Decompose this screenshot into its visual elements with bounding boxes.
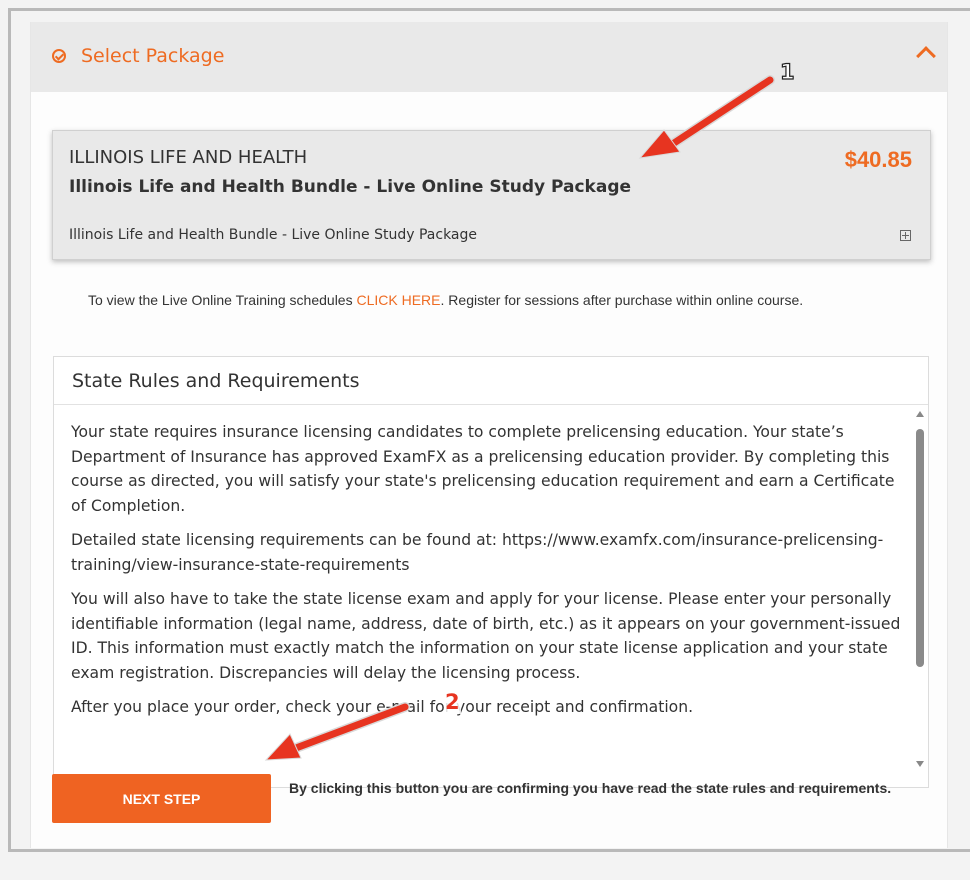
chevron-up-icon[interactable] xyxy=(916,46,936,66)
check-circle-icon xyxy=(52,49,66,63)
scrollbar-thumb[interactable] xyxy=(916,429,924,667)
rules-paragraph: After you place your order, check your e… xyxy=(71,698,694,716)
select-package-panel: Select Package ILLINOIS LIFE AND HEALTH … xyxy=(30,22,948,848)
schedule-note-text-end: . Register for sessions after purchase w… xyxy=(440,292,804,308)
next-step-button[interactable]: NEXT STEP xyxy=(52,774,271,823)
confirmation-note: By clicking this button you are confirmi… xyxy=(289,780,892,796)
click-here-link[interactable]: CLICK HERE xyxy=(356,292,440,308)
scroll-down-arrow-icon[interactable] xyxy=(916,761,924,767)
annotation-marker-2: 2 xyxy=(444,690,461,714)
package-card[interactable]: ILLINOIS LIFE AND HEALTH $40.85 Illinois… xyxy=(52,130,931,260)
rules-title: State Rules and Requirements xyxy=(54,357,928,405)
package-category: ILLINOIS LIFE AND HEALTH xyxy=(69,147,308,168)
rules-text: Your state requires insurance licensing … xyxy=(71,420,901,730)
panel-title: Select Package xyxy=(81,45,225,67)
schedule-note: To view the Live Online Training schedul… xyxy=(88,291,908,310)
annotation-marker-1: 1 xyxy=(779,59,795,84)
package-price: $40.85 xyxy=(844,147,912,172)
rules-scroll-area[interactable]: Your state requires insurance licensing … xyxy=(54,406,928,769)
state-rules-box: State Rules and Requirements Your state … xyxy=(53,356,929,788)
schedule-note-text: To view the Live Online Training schedul… xyxy=(88,292,357,308)
rules-paragraph: Detailed state licensing requirements ca… xyxy=(71,531,884,574)
rules-paragraph: You will also have to take the state lic… xyxy=(71,590,901,682)
scroll-up-arrow-icon[interactable] xyxy=(916,411,924,417)
package-name: Illinois Life and Health Bundle - Live O… xyxy=(69,177,632,197)
panel-header[interactable]: Select Package xyxy=(31,22,947,92)
package-description: Illinois Life and Health Bundle - Live O… xyxy=(69,227,478,243)
plus-square-icon[interactable] xyxy=(900,230,911,241)
rules-paragraph: Your state requires insurance licensing … xyxy=(71,423,895,515)
